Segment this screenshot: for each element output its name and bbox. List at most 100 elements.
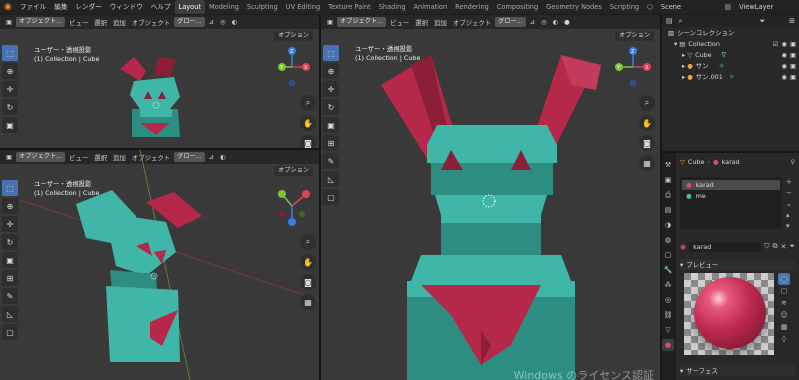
tab-shading[interactable]: Shading bbox=[375, 0, 410, 14]
menu-view[interactable]: ビュー bbox=[388, 18, 411, 27]
visibility-eye-icon[interactable]: ◉ bbox=[781, 51, 787, 59]
menu-add[interactable]: 追加 bbox=[432, 18, 449, 27]
expand-arrow-icon[interactable]: ▸ bbox=[682, 51, 685, 59]
menu-help[interactable]: ヘルプ bbox=[147, 0, 175, 14]
camera-icon[interactable]: ◙ bbox=[639, 135, 655, 151]
render-camera-icon[interactable]: ▣ bbox=[790, 51, 796, 59]
modifier-tab-icon[interactable]: 🔧 bbox=[662, 264, 674, 276]
rotate-tool-icon[interactable]: ↻ bbox=[2, 234, 18, 250]
add-cube-tool-icon[interactable]: ▢ bbox=[2, 324, 18, 340]
material-name-field[interactable]: karad bbox=[689, 241, 762, 252]
material-tab-icon[interactable]: ● bbox=[662, 339, 674, 351]
view-layer-name[interactable]: ViewLayer bbox=[735, 0, 777, 14]
zoom-icon[interactable]: ⌕ bbox=[639, 95, 655, 111]
tab-geometry-nodes[interactable]: Geometry Nodes bbox=[542, 0, 606, 14]
tab-modeling[interactable]: Modeling bbox=[205, 0, 243, 14]
constraints-tab-icon[interactable]: ⛓ bbox=[662, 309, 674, 321]
annotate-tool-icon[interactable]: ✎ bbox=[2, 288, 18, 304]
surface-panel-header[interactable]: ▾ サーフェス bbox=[680, 365, 795, 376]
viewport-top-left[interactable]: ▣ オブジェクト... ビュー 選択 追加 オブジェクト グロー... ⊿ ◎ … bbox=[0, 15, 319, 149]
scale-tool-icon[interactable]: ▣ bbox=[2, 117, 18, 133]
menu-edit[interactable]: 編集 bbox=[50, 0, 71, 14]
scale-tool-icon[interactable]: ▣ bbox=[2, 252, 18, 268]
menu-file[interactable]: ファイル bbox=[16, 0, 50, 14]
particles-tab-icon[interactable]: ⁂ bbox=[662, 279, 674, 291]
select-tool-icon[interactable]: ⬚ bbox=[2, 180, 18, 196]
visibility-eye-icon[interactable]: ◉ bbox=[781, 40, 787, 48]
overlay-icon[interactable]: ◐ bbox=[230, 18, 240, 26]
move-tool-icon[interactable]: ✛ bbox=[323, 81, 339, 97]
world-tab-icon[interactable]: ◍ bbox=[662, 234, 674, 246]
tab-texture-paint[interactable]: Texture Paint bbox=[324, 0, 375, 14]
scene-name[interactable]: Scene bbox=[657, 0, 721, 14]
menu-select[interactable]: 選択 bbox=[413, 18, 430, 27]
menu-view[interactable]: ビュー bbox=[67, 18, 90, 27]
editor-type-icon[interactable]: ▤ bbox=[666, 17, 673, 25]
perspective-toggle-icon[interactable]: ▦ bbox=[300, 294, 316, 310]
select-tool-icon[interactable]: ⬚ bbox=[323, 45, 339, 61]
menu-object[interactable]: オブジェクト bbox=[130, 18, 172, 27]
new-collection-icon[interactable]: ⊞ bbox=[789, 17, 795, 25]
data-tab-icon[interactable]: ▽ bbox=[662, 324, 674, 336]
cursor-tool-icon[interactable]: ⊕ bbox=[323, 63, 339, 79]
preview-drop-icon[interactable]: ◊ bbox=[778, 333, 790, 345]
transform-orientation-dropdown[interactable]: グロー... bbox=[174, 17, 205, 27]
preview-sphere-icon[interactable]: ◯ bbox=[778, 273, 790, 285]
outliner-collection-row[interactable]: ▾ ▤ Collection ☑ ◉ ▣ bbox=[662, 39, 799, 48]
cursor-tool-icon[interactable]: ⊕ bbox=[2, 63, 18, 79]
zoom-icon[interactable]: ⌕ bbox=[300, 95, 316, 111]
axis-gizmo[interactable] bbox=[272, 184, 312, 229]
camera-icon[interactable]: ◙ bbox=[300, 135, 316, 149]
render-tab-icon[interactable]: ▣ bbox=[662, 174, 674, 186]
scene-tab-icon[interactable]: ◑ bbox=[662, 219, 674, 231]
menu-render[interactable]: レンダー bbox=[71, 0, 105, 14]
duplicate-icon[interactable]: ⧉ bbox=[773, 242, 778, 251]
select-tool-icon[interactable]: ⬚ bbox=[2, 45, 18, 61]
pin-icon[interactable]: ⚲ bbox=[790, 158, 795, 166]
transform-orientation-dropdown[interactable]: グロー... bbox=[495, 17, 526, 27]
transform-tool-icon[interactable]: ⊞ bbox=[2, 270, 18, 286]
outliner-scene-collection[interactable]: ▧ シーンコレクション bbox=[662, 28, 799, 38]
preview-hair-icon[interactable]: ≋ bbox=[778, 297, 790, 309]
scene-icon[interactable]: ⬡ bbox=[643, 0, 657, 14]
menu-add[interactable]: 追加 bbox=[111, 18, 128, 27]
proportional-icon[interactable]: ◎ bbox=[218, 18, 228, 26]
slot-menu-icon[interactable]: ⌄ bbox=[786, 199, 796, 210]
collapse-arrow-icon[interactable]: ▾ bbox=[680, 367, 683, 375]
object-tab-icon[interactable]: ▢ bbox=[662, 249, 674, 261]
unlink-icon[interactable]: ✕ bbox=[781, 243, 787, 251]
tool-tab-icon[interactable]: ⚒ bbox=[662, 159, 674, 171]
output-tab-icon[interactable]: ⎙ bbox=[662, 189, 674, 201]
preview-cube-icon[interactable]: ▢ bbox=[778, 285, 790, 297]
visibility-eye-icon[interactable]: ◉ bbox=[781, 62, 787, 70]
scale-tool-icon[interactable]: ▣ bbox=[323, 117, 339, 133]
outliner-item-cube[interactable]: ▸ ▽ Cube ∇ ◉ ▣ bbox=[662, 50, 799, 59]
snap-icon[interactable]: ⊿ bbox=[207, 18, 216, 26]
render-camera-icon[interactable]: ▣ bbox=[790, 73, 796, 81]
shading-icon[interactable]: ● bbox=[562, 18, 572, 26]
expand-arrow-icon[interactable]: ▾ bbox=[674, 40, 677, 48]
physics-tab-icon[interactable]: ◎ bbox=[662, 294, 674, 306]
options-button[interactable]: オプション bbox=[615, 31, 654, 41]
menu-select[interactable]: 選択 bbox=[92, 18, 109, 27]
tab-rendering[interactable]: Rendering bbox=[451, 0, 493, 14]
camera-icon[interactable]: ◙ bbox=[300, 274, 316, 290]
material-slot-karad[interactable]: ● karad bbox=[682, 180, 780, 190]
rotate-tool-icon[interactable]: ↻ bbox=[2, 99, 18, 115]
transform-tool-icon[interactable]: ⊞ bbox=[323, 135, 339, 151]
zoom-icon[interactable]: ⌕ bbox=[300, 234, 316, 250]
rotate-tool-icon[interactable]: ↻ bbox=[323, 99, 339, 115]
blender-logo-icon[interactable]: ◉ bbox=[0, 0, 16, 14]
render-camera-icon[interactable]: ▣ bbox=[790, 40, 796, 48]
snap-icon[interactable]: ⊿ bbox=[528, 18, 537, 26]
move-up-icon[interactable]: ▴ bbox=[786, 210, 796, 221]
remove-slot-icon[interactable]: − bbox=[786, 188, 796, 199]
add-slot-icon[interactable]: + bbox=[786, 177, 796, 188]
pan-hand-icon[interactable]: ✋ bbox=[300, 115, 316, 131]
tab-sculpting[interactable]: Sculpting bbox=[243, 0, 282, 14]
options-button[interactable]: オプション bbox=[274, 31, 313, 41]
pan-hand-icon[interactable]: ✋ bbox=[300, 254, 316, 270]
viewport-main[interactable]: ▣ オブジェクト... ビュー 選択 追加 オブジェクト グロー... ⊿ ◎ … bbox=[321, 15, 660, 380]
editor-type-icon[interactable]: ▣ bbox=[325, 18, 335, 26]
expand-arrow-icon[interactable]: ▸ bbox=[682, 62, 685, 70]
